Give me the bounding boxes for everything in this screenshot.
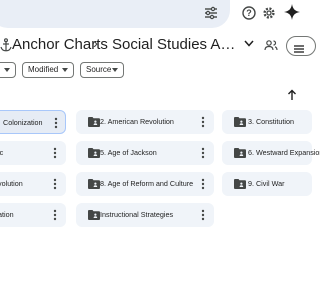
- folder-card[interactable]: ic: [0, 141, 66, 165]
- shared-folder-icon: [234, 117, 246, 127]
- chevron-down-icon: [62, 68, 68, 72]
- chip-label: Source: [86, 65, 112, 74]
- list-view-icon: [294, 41, 304, 59]
- folder-card[interactable]: Instructional Strategies: [76, 203, 214, 227]
- folder-card[interactable]: 9. Civil War: [222, 172, 312, 196]
- manage-people-icon[interactable]: [264, 39, 278, 51]
- folder-name: 8. Age of Reform and Culture: [100, 179, 194, 188]
- folder-name: 2. American Revolution: [100, 117, 174, 126]
- folder-card[interactable]: 6. Westward Expansion: [222, 141, 320, 165]
- tune-icon[interactable]: [204, 6, 218, 20]
- breadcrumb-separator: ›: [93, 35, 98, 52]
- folder-name: ic: [0, 148, 4, 157]
- folder-card[interactable]: volution: [0, 172, 66, 196]
- filter-source-chip[interactable]: Source: [80, 62, 124, 78]
- sort-direction-icon[interactable]: [287, 89, 297, 101]
- shared-folder-icon: [234, 179, 246, 189]
- folder-name: Instructional Strategies: [100, 210, 174, 219]
- spark-icon[interactable]: [284, 4, 300, 20]
- folder-name: Colonization: [3, 118, 43, 127]
- more-vert-icon[interactable]: [201, 209, 205, 221]
- folder-name: 9. Civil War: [248, 179, 285, 188]
- folder-card[interactable]: 5. Age of Jackson: [76, 141, 214, 165]
- more-vert-icon[interactable]: [53, 147, 57, 159]
- chevron-down-icon[interactable]: [244, 40, 254, 48]
- more-vert-icon[interactable]: [201, 178, 205, 190]
- more-vert-icon[interactable]: [53, 178, 57, 190]
- folder-card[interactable]: 8. Age of Reform and Culture: [76, 172, 214, 196]
- shared-folder-icon: [234, 148, 246, 158]
- more-vert-icon[interactable]: [201, 147, 205, 159]
- help-icon[interactable]: ?: [242, 6, 256, 20]
- shared-folder-icon: [88, 117, 100, 127]
- breadcrumb-current-folder[interactable]: Social Studies Anchor Charts: [112, 36, 242, 53]
- chevron-down-icon: [112, 68, 118, 72]
- shared-folder-icon: [88, 210, 100, 220]
- gear-icon[interactable]: [262, 6, 276, 20]
- anchor-icon: [0, 38, 12, 52]
- folder-name: volution: [0, 179, 23, 188]
- svg-text:?: ?: [246, 8, 252, 18]
- more-vert-icon[interactable]: [53, 209, 57, 221]
- chip-label: Modified: [28, 65, 59, 74]
- shared-folder-icon: [88, 179, 100, 189]
- folder-card[interactable]: Colonization: [0, 110, 66, 134]
- search-bar[interactable]: [0, 0, 230, 28]
- folder-name: 5. Age of Jackson: [100, 148, 157, 157]
- folder-name: ation: [0, 210, 14, 219]
- view-toggle-button[interactable]: [286, 36, 316, 56]
- folder-name: 3. Constitution: [248, 117, 294, 126]
- folder-card[interactable]: ation: [0, 203, 66, 227]
- more-vert-icon[interactable]: [54, 117, 58, 129]
- filter-modified-chip[interactable]: Modified: [22, 62, 74, 78]
- more-vert-icon[interactable]: [201, 116, 205, 128]
- shared-folder-icon: [88, 148, 100, 158]
- chevron-down-icon: [4, 68, 10, 72]
- folder-card[interactable]: 3. Constitution: [222, 110, 312, 134]
- folder-name: 6. Westward Expansion: [248, 148, 320, 157]
- filter-type-chip[interactable]: [0, 62, 16, 78]
- folder-card[interactable]: 2. American Revolution: [76, 110, 214, 134]
